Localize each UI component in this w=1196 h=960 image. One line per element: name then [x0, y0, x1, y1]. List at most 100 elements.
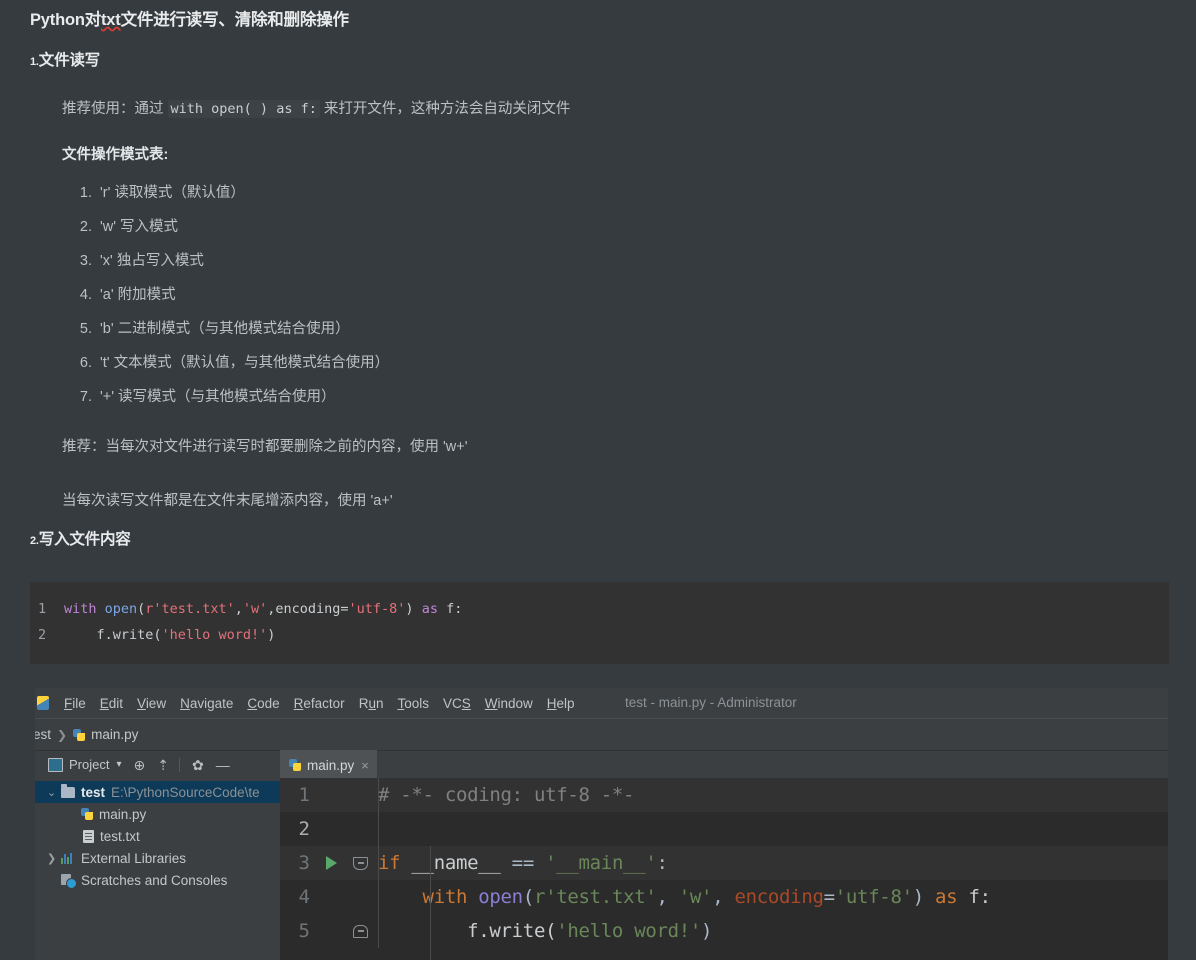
code-line-number: 1 — [38, 601, 47, 617]
file-modes-list: 'r' 读取模式（默认值） 'w' 写入模式 'x' 独占写入模式 'a' 附加… — [0, 165, 1196, 407]
breadcrumb-file[interactable]: main.py — [91, 727, 143, 742]
pycharm-logo-icon — [37, 696, 49, 710]
menu-item-window[interactable]: Window — [478, 696, 540, 711]
editor-token-plain: f: — [968, 886, 991, 908]
editor-token-string: '__main__' — [545, 852, 657, 874]
list-item: 'x' 独占写入模式 — [96, 251, 1196, 271]
menu-item-navigate[interactable]: Navigate — [173, 696, 240, 711]
editor-line-number: 4 — [298, 886, 310, 908]
menu-item-vcs[interactable]: VCS — [436, 696, 478, 711]
editor-token-punct: ) — [701, 920, 713, 942]
editor-token-punct: ( — [522, 886, 534, 908]
tree-item-test-folder[interactable]: ⌄ test E:\PythonSourceCode\te — [35, 781, 280, 803]
section-heading-1: 1.文件读写 — [0, 32, 1196, 75]
editor-token-string: r'test.txt' — [533, 886, 657, 908]
editor-token-string: 'utf-8' — [834, 886, 913, 908]
menu-item-tools[interactable]: Tools — [390, 696, 436, 711]
project-panel: Project ▾ ⊕ ⇡ ✿ — ⌄ test E:\PythonSource… — [35, 751, 280, 960]
code-token-keyword: as — [421, 601, 447, 617]
ide-body: Project ▾ ⊕ ⇡ ✿ — ⌄ test E:\PythonSource… — [35, 750, 1168, 960]
code-token-string: r'test.txt' — [145, 601, 235, 617]
tree-item-mainpy[interactable]: main.py — [35, 803, 280, 825]
indent-guide — [430, 846, 431, 960]
modes-table-subtitle: 文件操作模式表: — [62, 147, 169, 163]
intro-paragraph: 推荐使用：通过 with open( ) as f: 来打开文件，这种方法会自动… — [0, 75, 1196, 119]
article: Python对txt文件进行读写、清除和删除操作 1.文件读写 推荐使用：通过 … — [0, 0, 1196, 664]
tree-item-scratches[interactable]: Scratches and Consoles — [35, 869, 280, 891]
menu-code-post: ode — [257, 695, 280, 711]
tree-item-path: E:\PythonSourceCode\te — [111, 784, 260, 800]
menu-run-pre: R — [358, 695, 369, 711]
project-panel-label[interactable]: Project — [69, 757, 109, 772]
ide-screenshot: File Edit View Navigate Code Refactor Ru… — [35, 688, 1168, 960]
editor-code-line: f.write('hello word!') — [378, 920, 712, 942]
list-item: 'r' 读取模式（默认值） — [96, 183, 1196, 203]
fold-collapse-icon[interactable] — [353, 856, 368, 870]
menu-edit-mnemonic: E — [99, 695, 109, 711]
editor-line-5: 5 f.write('hello word!') — [280, 914, 1168, 948]
editor-token-operator: = — [823, 886, 835, 908]
editor-token-keyword: as — [935, 886, 969, 908]
chevron-down-icon[interactable]: ⌄ — [47, 786, 61, 799]
run-button-icon[interactable] — [326, 856, 337, 870]
editor-gutter[interactable] — [320, 856, 378, 870]
editor-token-string: 'hello word!' — [556, 920, 702, 942]
editor-token-keyword: if — [378, 852, 412, 874]
library-icon — [61, 852, 75, 864]
toolbar-divider — [178, 757, 180, 772]
code-line: 1 with open(r'test.txt','w' ,encoding='utf… — [30, 596, 1169, 622]
editor-line-number: 5 — [298, 920, 310, 942]
editor-token-punct: , — [712, 886, 735, 908]
close-icon[interactable]: × — [361, 758, 369, 773]
editor-token-keyword: with — [378, 886, 479, 908]
python-file-icon — [73, 728, 86, 742]
section-1-number: 1. — [30, 56, 39, 68]
chevron-down-icon[interactable]: ▾ — [116, 759, 121, 770]
page-title-pre: Python对 — [30, 11, 102, 29]
menu-item-refactor[interactable]: Refactor — [287, 696, 352, 711]
editor-code-line: with open(r'test.txt', 'w', encoding='ut… — [378, 886, 991, 908]
tree-item-label: test.txt — [100, 828, 140, 844]
fold-end-icon[interactable] — [353, 924, 368, 938]
menu-item-edit[interactable]: Edit — [93, 696, 130, 711]
gear-icon[interactable]: ✿ — [192, 758, 204, 772]
editor-token-string: 'w' — [678, 886, 713, 908]
locate-file-icon[interactable]: ⊕ — [134, 758, 146, 772]
code-token-string: 'utf-8' — [348, 601, 406, 617]
breadcrumb-project[interactable]: est — [35, 727, 56, 742]
text-file-icon — [83, 829, 94, 843]
code-token-string: 'hello word!' — [161, 627, 268, 643]
menu-item-run[interactable]: Run — [352, 696, 391, 711]
breadcrumb: est ❯ main.py — [35, 719, 1168, 751]
python-file-icon — [81, 807, 94, 821]
code-token-keyword: with — [64, 601, 105, 617]
menu-item-help[interactable]: Help — [540, 696, 582, 711]
tree-item-testtxt[interactable]: test.txt — [35, 825, 280, 847]
tree-item-label: External Libraries — [81, 850, 187, 866]
list-item: 't' 文本模式（默认值，与其他模式结合使用） — [96, 353, 1196, 373]
chevron-right-icon[interactable]: ❯ — [47, 852, 61, 865]
code-editor[interactable]: 1 # -*- coding: utf-8 -*- 2 3 if __name_… — [280, 778, 1168, 960]
project-panel-toolbar: Project ▾ ⊕ ⇡ ✿ — — [35, 751, 280, 778]
minimize-icon[interactable]: — — [216, 758, 230, 772]
menu-file-post: ile — [72, 695, 86, 711]
menu-window-mnemonic: W — [484, 695, 498, 711]
menu-item-code[interactable]: Code — [240, 696, 286, 711]
menu-item-view[interactable]: View — [130, 696, 173, 711]
chevron-right-icon: ❯ — [57, 727, 68, 742]
code-token-punct: ) — [267, 627, 276, 643]
code-token-punct: , — [234, 601, 243, 617]
menu-code-mnemonic: C — [247, 695, 258, 711]
menu-run-mnemonic: u — [368, 695, 376, 711]
tree-item-external-libraries[interactable]: ❯ External Libraries — [35, 847, 280, 869]
menu-vcs-pre: VC — [442, 695, 462, 711]
editor-token-function: open — [478, 886, 523, 908]
collapse-all-icon[interactable]: ⇡ — [157, 758, 169, 772]
menu-item-file[interactable]: File — [57, 696, 93, 711]
project-view-icon — [48, 757, 63, 772]
tab-main-py[interactable]: main.py × — [280, 750, 377, 778]
section-2-label: 写入文件内容 — [38, 531, 131, 548]
editor-token-punct: ) — [912, 886, 936, 908]
scratches-icon — [61, 873, 77, 889]
code-line: 2 f.write('hello word!') — [30, 622, 1169, 648]
